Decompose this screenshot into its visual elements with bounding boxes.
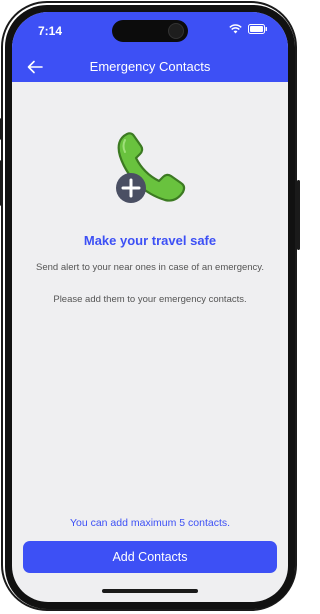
phone-add-icon [116,132,186,203]
phone-body: 7:14 Emergency Contacts Make your travel… [5,5,295,609]
screen: 7:14 Emergency Contacts Make your travel… [12,12,288,602]
wifi-icon [229,24,242,34]
status-bar: 7:14 [12,12,288,52]
volume-down-button [0,160,3,206]
max-contacts-note: You can add maximum 5 contacts. [69,517,231,529]
battery-icon [248,24,267,34]
power-button [297,180,300,250]
description-add: Please add them to your emergency contac… [53,294,247,305]
app-header: Emergency Contacts [12,52,288,82]
status-time: 7:14 [38,24,63,38]
headline: Make your travel safe [83,233,217,248]
volume-up-button [0,118,3,140]
add-contacts-button[interactable]: Add Contacts [23,541,277,573]
description-alert: Send alert to your near ones in case of … [36,262,264,273]
status-icons [229,24,268,34]
home-indicator [102,589,198,593]
camera-icon [168,23,184,39]
page-title: Emergency Contacts [89,59,211,74]
